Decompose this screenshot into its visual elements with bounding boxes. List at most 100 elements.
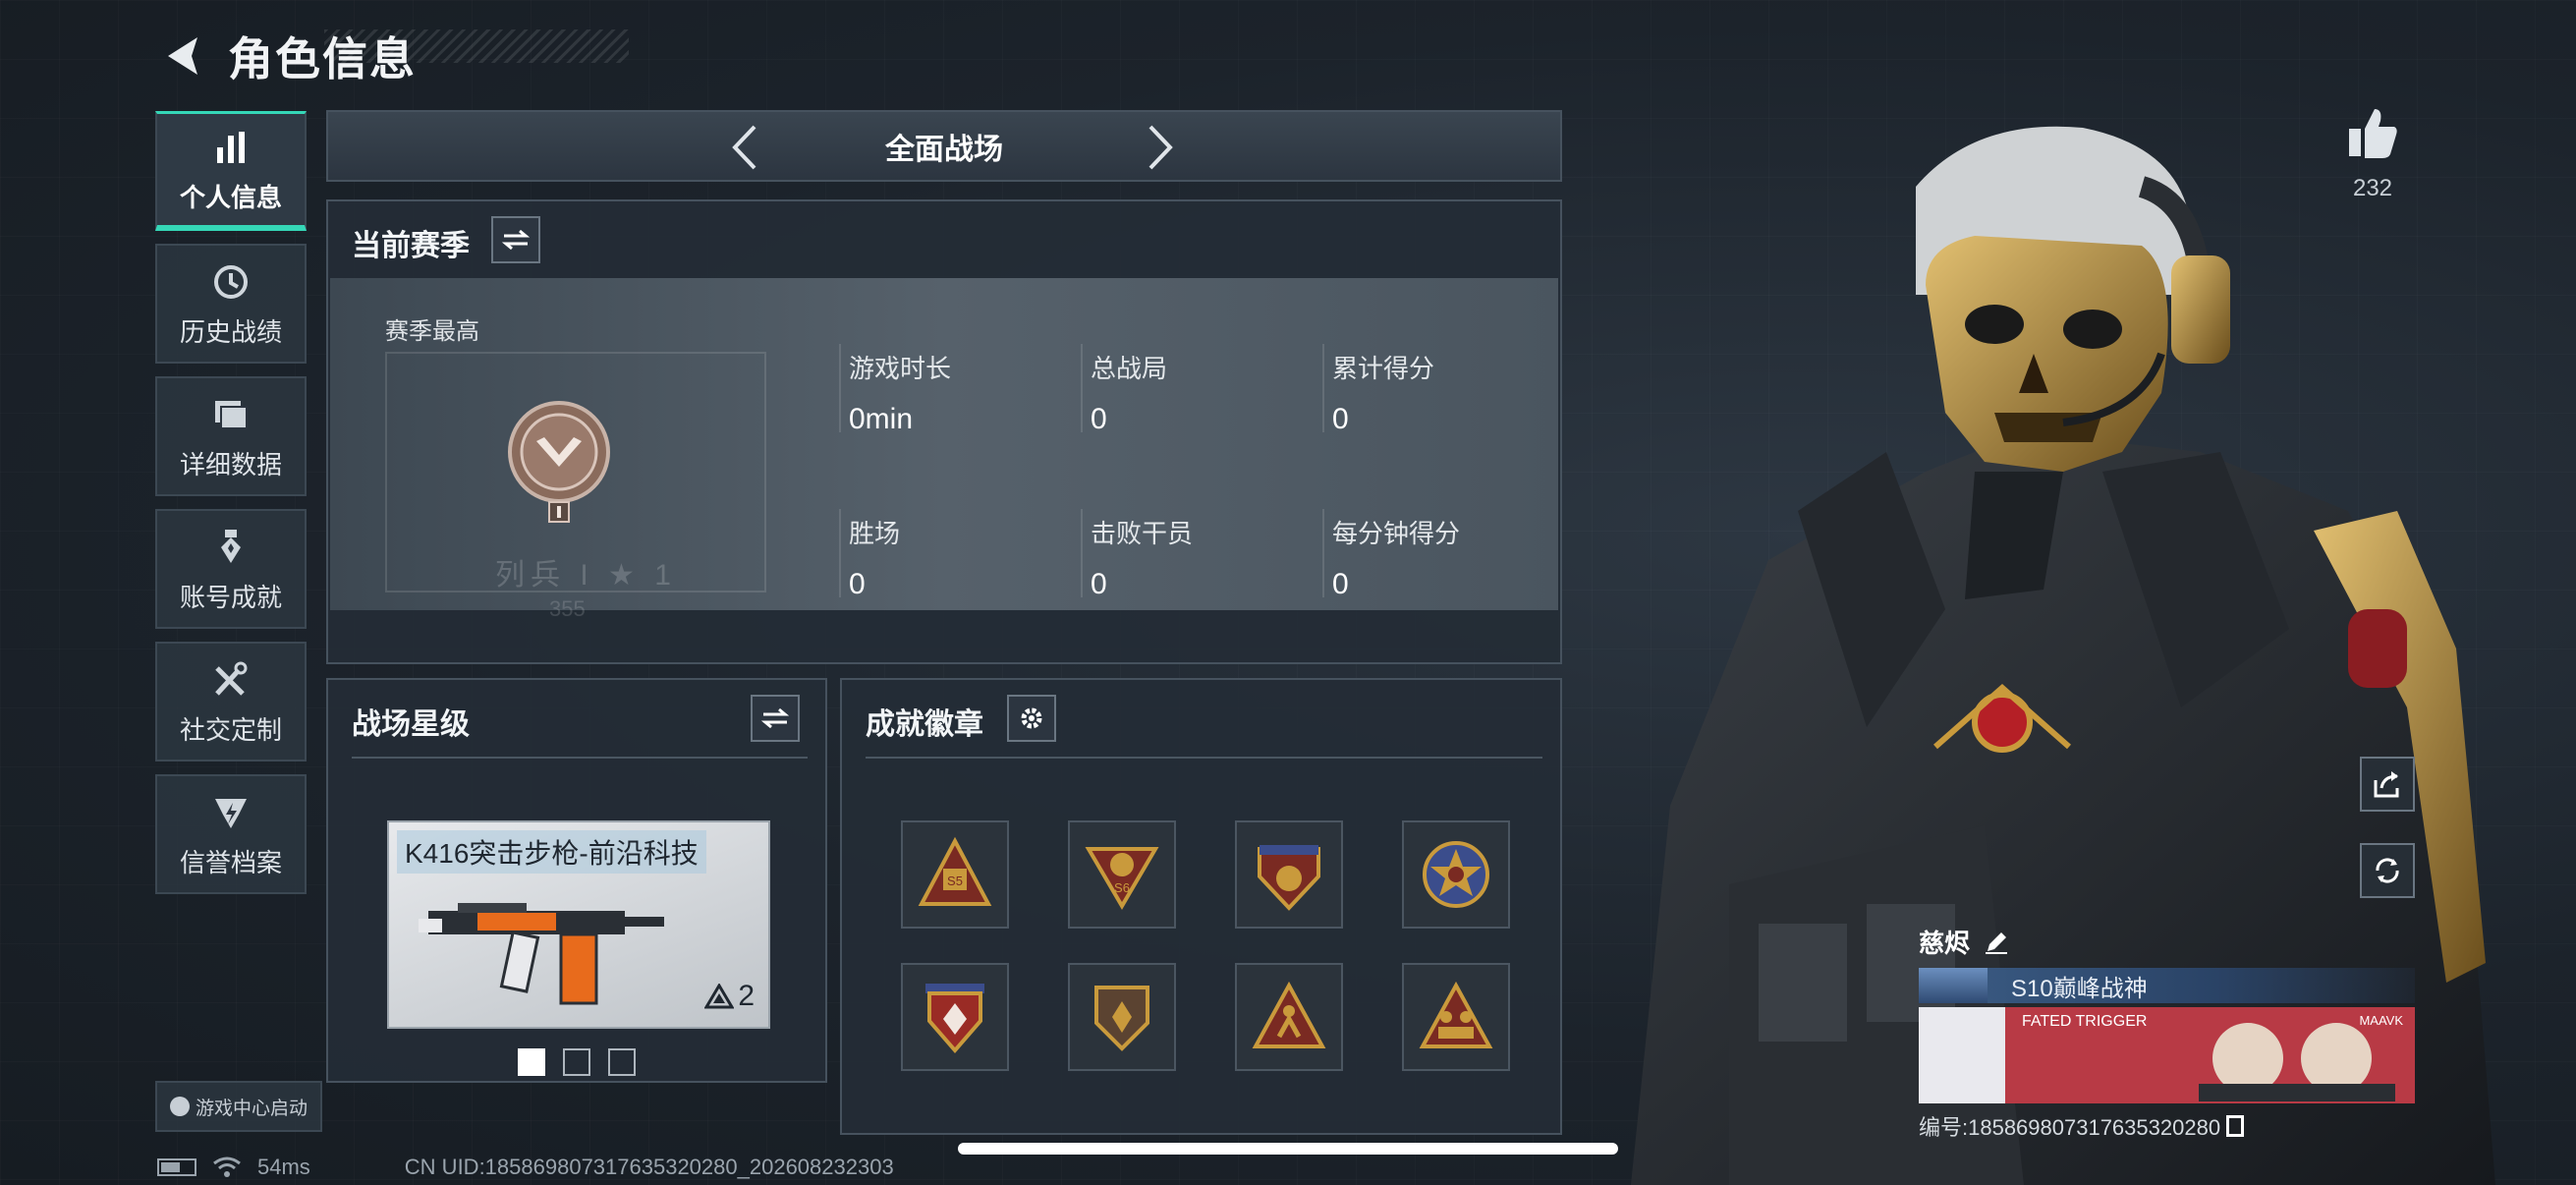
namecard-tag: FATED TRIGGER <box>2022 1013 2148 1030</box>
nav-item-history[interactable]: 历史战绩 <box>155 244 307 364</box>
home-indicator[interactable] <box>958 1143 1618 1155</box>
badge-grid: S5 S6 <box>901 820 1510 1071</box>
uid-footer: CN UID:1858698073176353202​80_2026082323… <box>404 1155 894 1179</box>
back-arrow-icon <box>168 37 197 75</box>
badge-team-icon <box>1419 981 1493 1048</box>
nav-item-personal-info[interactable]: 个人信息 <box>155 111 307 231</box>
folder-icon <box>208 392 253 437</box>
nav-label: 详细数据 <box>179 449 282 480</box>
refresh-icon <box>2376 858 2399 883</box>
tools-icon <box>208 657 253 703</box>
stat-value: 0 <box>1091 403 1107 435</box>
player-title-bar[interactable]: S10巅峰战神 <box>1919 968 2415 1003</box>
badge-settings-button[interactable] <box>1007 695 1056 742</box>
badge-s6[interactable]: S6 <box>1068 820 1176 929</box>
season-switch-button[interactable] <box>491 216 540 263</box>
stat-wins: 胜场 0 <box>849 514 1080 601</box>
nav-item-social[interactable]: 社交定制 <box>155 642 307 762</box>
badge-s5-icon: S5 <box>918 836 992 906</box>
refresh-button[interactable] <box>2360 843 2415 898</box>
battery-icon <box>157 1158 196 1176</box>
medal-icon <box>208 525 253 570</box>
badge-runner-icon <box>1252 981 1326 1048</box>
star-switch-button[interactable] <box>751 695 800 742</box>
badge-s5[interactable]: S5 <box>901 820 1009 929</box>
badge-text: S6 <box>1114 880 1130 895</box>
stat-label: 总战局 <box>1091 354 1168 383</box>
mode-prev-button[interactable] <box>716 120 771 175</box>
panel-title: 成就徽章 <box>866 708 983 741</box>
nav-item-achievements[interactable]: 账号成就 <box>155 509 307 629</box>
weapon-name: K416突击步枪-前沿科技 <box>397 830 706 874</box>
badge-red-diamond[interactable] <box>901 963 1009 1071</box>
share-button[interactable] <box>2360 757 2415 812</box>
badge-shield[interactable] <box>1068 963 1176 1071</box>
avatar <box>1919 1007 2005 1103</box>
gear-icon <box>1021 707 1042 729</box>
nav-label: 个人信息 <box>179 183 282 212</box>
pager-dot[interactable] <box>518 1048 545 1076</box>
divider <box>866 757 1542 759</box>
bar-chart-icon <box>208 125 253 170</box>
shield-bolt-icon <box>208 790 253 835</box>
like-count: 232 <box>2352 175 2393 201</box>
chevron-left-icon <box>732 125 756 170</box>
mode-next-button[interactable] <box>1134 120 1189 175</box>
edit-pencil-icon[interactable] <box>1984 930 2009 955</box>
divider <box>839 344 841 432</box>
badge-crest-stars[interactable] <box>1235 820 1343 929</box>
player-namecard[interactable]: FATED TRIGGER MAAVK <box>1919 1007 2415 1103</box>
achievement-badges-panel: 成就徽章 S5 S6 <box>840 678 1562 1135</box>
weapon-star-count: 2 <box>704 980 755 1013</box>
history-icon <box>208 259 253 305</box>
rank-emblem-icon <box>508 401 610 523</box>
side-nav: 个人信息 历史战绩 详细数据 账号成就 社交定制 信誉档案 <box>155 111 307 907</box>
nav-label: 社交定制 <box>179 714 282 745</box>
mode-title: 全面战场 <box>885 133 1003 166</box>
title-emblem-icon <box>1919 968 1988 1003</box>
share-icon <box>2374 771 2399 798</box>
like-button[interactable] <box>2343 103 2402 162</box>
thumbs-up-icon <box>2349 129 2361 156</box>
badge-s6-icon: S6 <box>1085 847 1159 910</box>
pager-dot[interactable] <box>608 1048 636 1076</box>
nav-item-credit[interactable]: 信誉档案 <box>155 774 307 894</box>
badge-runner[interactable] <box>1235 963 1343 1071</box>
pager-dots <box>518 1048 636 1076</box>
rifle-icon <box>419 903 664 1005</box>
badge-text: S5 <box>947 874 963 888</box>
battlefield-star-panel: 战场星级 K416突击步枪-前沿科技 2 <box>326 678 827 1083</box>
player-uid: 编号:1858698073176353202​80 <box>1919 1115 2221 1140</box>
weapon-card[interactable]: K416突击步枪-前沿科技 2 <box>387 820 770 1029</box>
divider <box>1322 344 1324 432</box>
qq-icon <box>169 1097 190 1116</box>
player-name: 慈烬 <box>1919 929 1971 958</box>
copy-icon[interactable] <box>2226 1115 2245 1137</box>
panel-title: 当前赛季 <box>352 230 470 262</box>
star-rank-icon <box>704 984 735 1009</box>
divider <box>1081 509 1083 597</box>
nav-item-details[interactable]: 详细数据 <box>155 376 307 496</box>
game-center-label: 游戏中心启动 <box>195 1098 308 1119</box>
game-center-button[interactable]: 游戏中心启动 <box>155 1081 322 1132</box>
nav-label: 历史战绩 <box>179 316 282 347</box>
divider <box>1081 344 1083 432</box>
badge-shield-icon <box>1094 986 1149 1051</box>
badge-star-ring-icon <box>1423 841 1489 908</box>
badge-crest-stars-icon <box>1258 845 1320 911</box>
badge-team[interactable] <box>1402 963 1510 1071</box>
badge-star-ring[interactable] <box>1402 820 1510 929</box>
star-count-value: 2 <box>738 980 755 1012</box>
panel-title: 战场星级 <box>352 708 470 741</box>
divider <box>352 757 808 759</box>
player-name-row: 慈烬 <box>1919 924 2009 960</box>
divider <box>839 509 841 597</box>
stat-label: 击败干员 <box>1091 519 1194 548</box>
stat-value: 0min <box>849 403 914 435</box>
pager-dot[interactable] <box>563 1048 590 1076</box>
back-button[interactable] <box>157 28 206 84</box>
swap-icon <box>760 707 790 729</box>
title-decoration <box>324 29 629 63</box>
nav-label: 信誉档案 <box>179 847 282 877</box>
season-best-label: 赛季最高 <box>385 318 479 345</box>
